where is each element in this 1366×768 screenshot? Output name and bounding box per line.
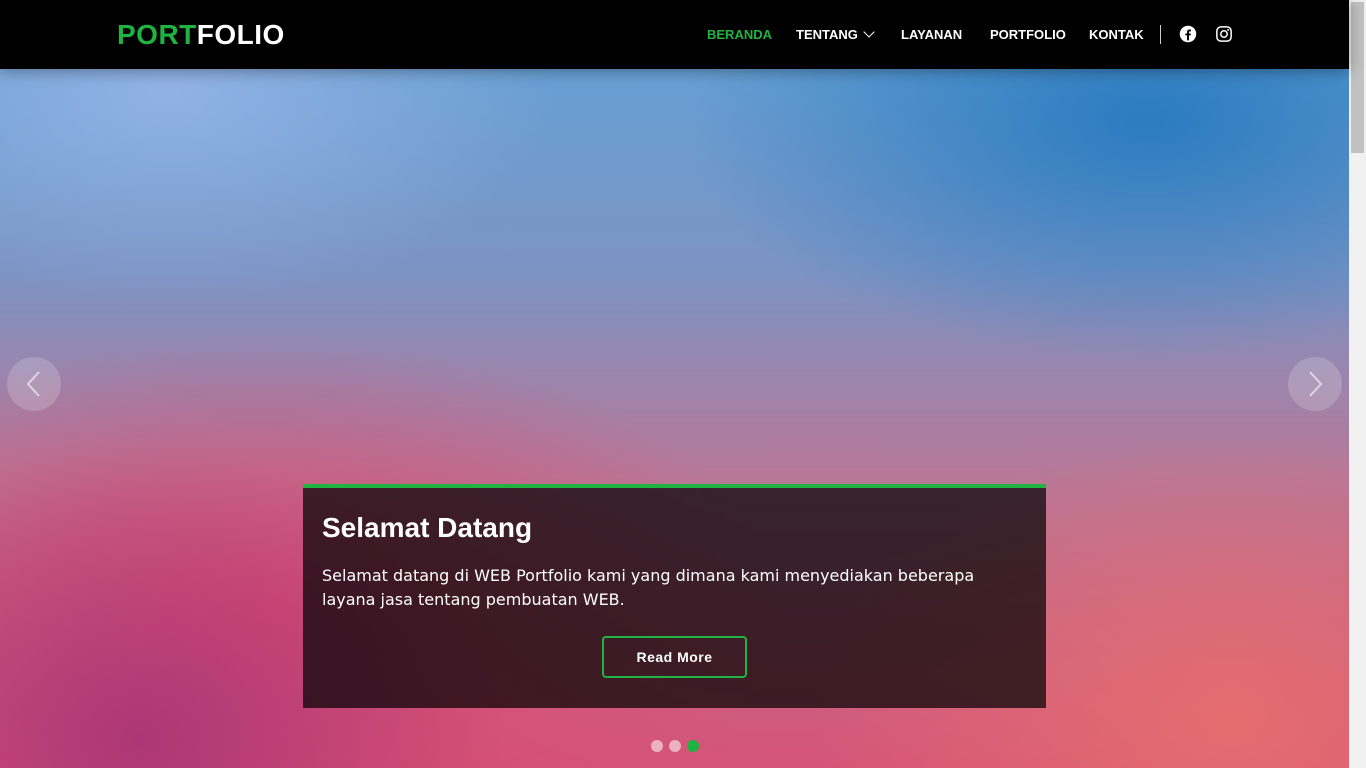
slide-text: Selamat datang di WEB Portfolio kami yan… — [322, 566, 975, 609]
carousel-dot-1[interactable] — [651, 740, 663, 752]
top-navbar: PORTFOLIO BERANDA TENTANG LAYANAN PORTFO… — [0, 0, 1349, 69]
nav-portfolio[interactable]: PORTFOLIO — [990, 27, 1066, 43]
carousel-dot-2[interactable] — [669, 740, 681, 752]
nav-divider — [1160, 25, 1161, 44]
chevron-left-icon — [26, 371, 40, 397]
carousel-dot-3[interactable] — [687, 740, 699, 752]
nav-tentang-label: TENTANG — [796, 27, 858, 42]
brand-logo[interactable]: PORTFOLIO — [117, 18, 285, 52]
nav-kontak[interactable]: KONTAK — [1089, 27, 1144, 43]
nav-beranda[interactable]: BERANDA — [707, 27, 772, 43]
scrollbar-thumb[interactable] — [1351, 2, 1364, 153]
brand-logo-part2: FOLIO — [196, 19, 285, 50]
chevron-right-icon — [1309, 371, 1323, 397]
nav-tentang[interactable]: TENTANG — [796, 26, 875, 43]
carousel-prev-button[interactable] — [7, 357, 61, 411]
carousel-next-button[interactable] — [1288, 357, 1342, 411]
carousel-indicators — [651, 740, 699, 752]
read-more-button[interactable]: Read More — [602, 636, 747, 678]
facebook-icon[interactable] — [1179, 25, 1197, 43]
slide-caption: Selamat Datang Selamat datang di WEB Por… — [303, 484, 1046, 708]
hero-carousel: Selamat Datang Selamat datang di WEB Por… — [0, 0, 1349, 768]
chevron-down-icon — [863, 26, 875, 38]
brand-logo-part1: PORT — [117, 19, 197, 50]
instagram-icon[interactable] — [1215, 25, 1233, 43]
slide-title: Selamat Datang — [322, 512, 533, 543]
page-scrollbar[interactable] — [1349, 0, 1366, 768]
nav-layanan[interactable]: LAYANAN — [901, 27, 962, 43]
